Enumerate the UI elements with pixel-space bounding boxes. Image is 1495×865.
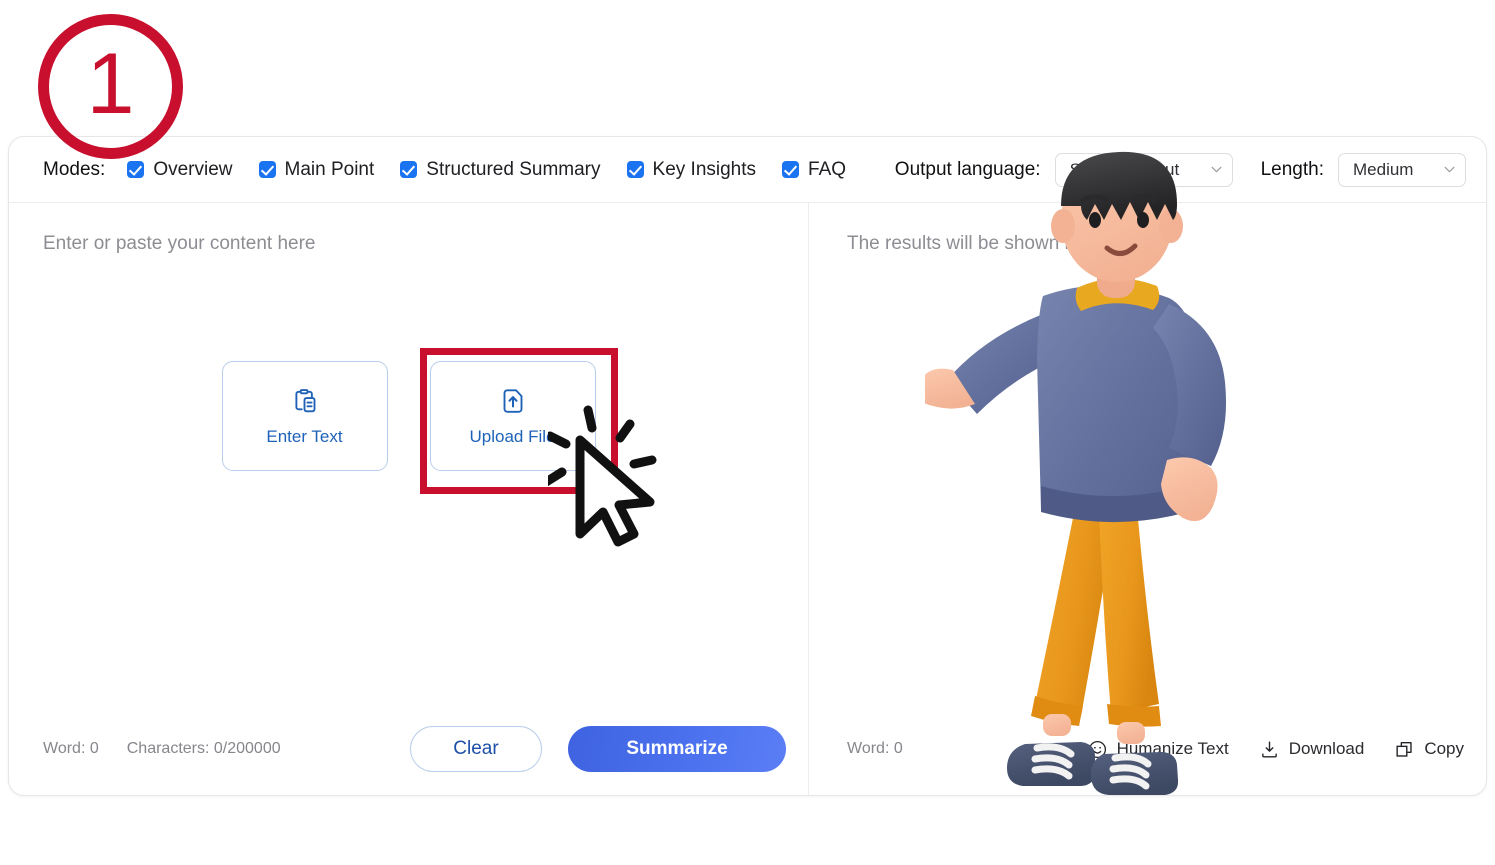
checkbox-icon[interactable] <box>258 161 276 178</box>
mode-label: Structured Summary <box>426 158 601 180</box>
input-character-count: Characters: 0/200000 <box>126 740 281 757</box>
length-select[interactable]: Medium <box>1338 152 1466 187</box>
mode-label: FAQ <box>808 158 847 180</box>
mode-checkbox-key-insights[interactable]: Key Insights <box>626 158 757 181</box>
input-footer: Word: 0 Characters: 0/200000 Clear Summa… <box>9 703 808 795</box>
clipboard-paste-icon <box>294 388 315 412</box>
step-number: 1 <box>86 35 135 132</box>
modes-label: Modes: <box>43 158 106 180</box>
mouse-pointer-icon <box>575 435 655 547</box>
checkbox-icon[interactable] <box>626 161 644 178</box>
copy-icon <box>1396 741 1412 757</box>
file-upload-icon <box>503 388 522 413</box>
mode-checkbox-overview[interactable]: Overview <box>127 158 233 181</box>
checkbox-icon[interactable] <box>782 161 800 178</box>
step-number-badge: 1 <box>38 14 183 159</box>
tool-label: Copy <box>1424 739 1464 758</box>
checkbox-icon[interactable] <box>127 161 145 178</box>
mode-label: Overview <box>153 158 233 180</box>
input-button-group: Clear Summarize <box>410 726 808 772</box>
mascot-character-illustration <box>925 151 1227 795</box>
input-placeholder: Enter or paste your content here <box>43 233 316 254</box>
mode-label: Main Point <box>284 158 375 180</box>
tile-label: Enter Text <box>266 426 343 446</box>
input-word-count: Word: 0 <box>43 740 99 757</box>
clear-button[interactable]: Clear <box>410 726 542 772</box>
mode-checkbox-faq[interactable]: FAQ <box>782 159 846 181</box>
mode-label: Key Insights <box>652 158 757 180</box>
tile-label: Upload File <box>469 426 556 446</box>
enter-text-button[interactable]: Enter Text <box>221 361 388 471</box>
chevron-down-icon <box>1444 166 1455 173</box>
mode-checkbox-main-point[interactable]: Main Point <box>258 158 375 181</box>
screenshot-stage: Modes: Overview Main Point Structured Su… <box>0 0 1495 865</box>
length-value: Medium <box>1353 159 1414 179</box>
summarize-button[interactable]: Summarize <box>568 726 786 772</box>
annotation-click-cursor <box>548 405 657 547</box>
checkbox-icon[interactable] <box>400 161 418 178</box>
copy-button[interactable]: Copy <box>1394 739 1464 760</box>
mode-checkbox-structured-summary[interactable]: Structured Summary <box>400 158 601 181</box>
output-word-count: Word: 0 <box>847 740 903 757</box>
